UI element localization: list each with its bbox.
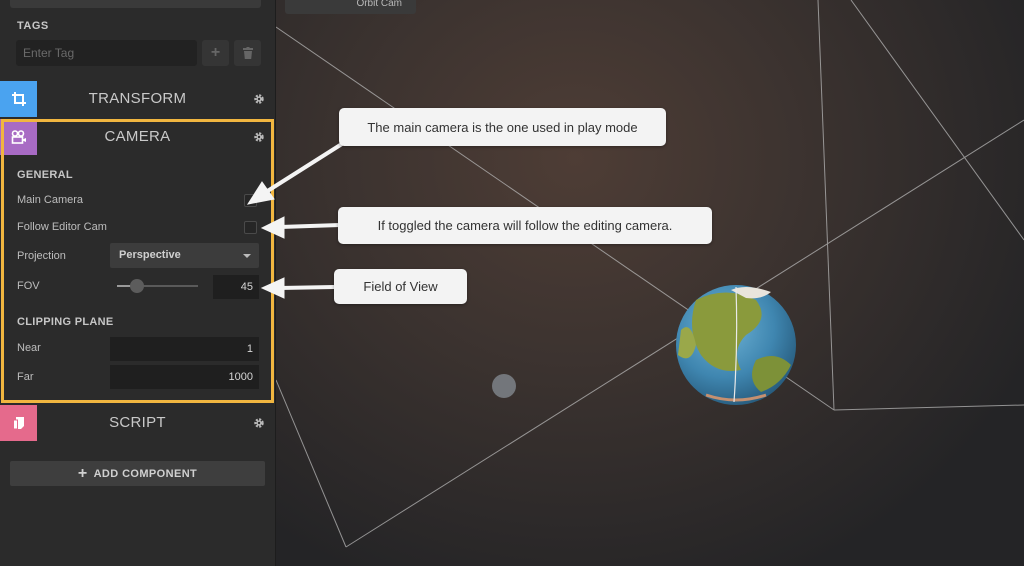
- far-input[interactable]: 1000: [110, 365, 259, 389]
- globe-model: [676, 285, 796, 405]
- follow-editor-cam-checkbox[interactable]: [244, 221, 257, 234]
- fov-input[interactable]: 45: [213, 275, 259, 299]
- near-input[interactable]: 1: [110, 337, 259, 361]
- tag-input[interactable]: [16, 40, 197, 66]
- camera-section-header[interactable]: CAMERA: [0, 119, 275, 155]
- far-label: Far: [17, 371, 34, 383]
- near-label: Near: [17, 342, 41, 354]
- follow-editor-cam-callout: If toggled the camera will follow the ed…: [338, 207, 712, 244]
- delete-tag-button[interactable]: [234, 40, 261, 66]
- camera-section-icon: [0, 119, 37, 155]
- projection-label: Projection: [17, 250, 66, 262]
- add-tag-button[interactable]: +: [202, 40, 229, 66]
- transform-title: TRANSFORM: [88, 90, 187, 107]
- projection-value: Perspective: [119, 249, 181, 261]
- inspector-panel: TAGS + TRANSFORM: [0, 0, 276, 566]
- main-camera-label: Main Camera: [17, 194, 84, 206]
- add-component-label: ADD COMPONENT: [93, 468, 198, 480]
- chevron-down-icon: [243, 254, 251, 258]
- camera-title: CAMERA: [104, 128, 171, 145]
- transform-crop-icon: [11, 92, 26, 106]
- projection-dropdown[interactable]: Perspective: [110, 243, 259, 268]
- add-component-button[interactable]: + ADD COMPONENT: [10, 461, 265, 486]
- gear-icon[interactable]: [253, 93, 265, 105]
- script-title: SCRIPT: [109, 414, 166, 431]
- tags-label: TAGS: [17, 20, 49, 32]
- name-field-stub[interactable]: [10, 0, 261, 8]
- fov-slider-handle[interactable]: [130, 279, 145, 293]
- clipping-plane-label: CLIPPING PLANE: [17, 316, 114, 328]
- gear-icon[interactable]: [253, 417, 265, 429]
- script-section-header[interactable]: SCRIPT: [0, 405, 275, 441]
- general-label: GENERAL: [17, 169, 73, 181]
- script-file-icon: [12, 417, 24, 430]
- trash-icon: [242, 47, 253, 59]
- follow-editor-cam-label: Follow Editor Cam: [17, 221, 107, 233]
- gear-icon[interactable]: [253, 131, 265, 143]
- plus-icon: +: [77, 465, 88, 482]
- fov-label: FOV: [17, 280, 40, 292]
- script-section-icon: [0, 405, 37, 441]
- transform-section-header[interactable]: TRANSFORM: [0, 81, 275, 117]
- fov-slider[interactable]: [117, 279, 198, 293]
- main-camera-callout: The main camera is the one used in play …: [339, 108, 666, 146]
- video-camera-icon: [11, 130, 26, 144]
- light-gizmo: [492, 374, 516, 398]
- transform-section-icon: [0, 81, 37, 117]
- main-camera-checkbox[interactable]: [244, 194, 257, 207]
- fov-callout: Field of View: [334, 269, 467, 304]
- plus-icon: +: [210, 44, 221, 61]
